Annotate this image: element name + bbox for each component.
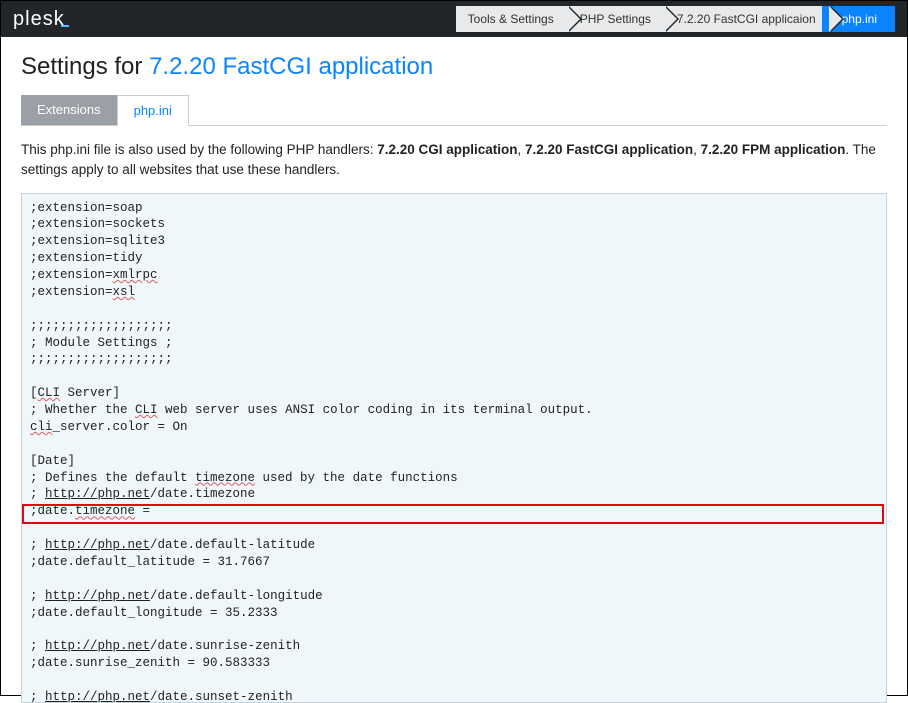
breadcrumb: Tools & Settings PHP Settings 7.2.20 Fas… <box>456 6 895 32</box>
editor-line: ; Module Settings ; <box>30 335 878 352</box>
editor-link[interactable]: http://php.net <box>45 639 150 653</box>
editor-line: ; http://php.net/date.default-longitude <box>30 588 878 605</box>
editor-line: ; Defines the default timezone used by t… <box>30 470 878 487</box>
editor-line <box>30 571 878 588</box>
editor-line: ;date.default_longitude = 35.2333 <box>30 605 878 622</box>
editor-line: [CLI Server] <box>30 385 878 402</box>
editor-line <box>30 672 878 689</box>
editor-line: ;date.default_latitude = 31.7667 <box>30 554 878 571</box>
editor-line <box>30 621 878 638</box>
editor-link[interactable]: http://php.net <box>45 538 150 552</box>
editor-line <box>30 368 878 385</box>
editor-line: ;;;;;;;;;;;;;;;;;;; <box>30 318 878 335</box>
breadcrumb-item[interactable]: 7.2.20 FastCGI applicaion <box>657 6 830 32</box>
editor-line: ;;;;;;;;;;;;;;;;;;; <box>30 351 878 368</box>
title-highlight: 7.2.20 FastCGI application <box>149 53 433 80</box>
editor-line: ; http://php.net/date.default-latitude <box>30 537 878 554</box>
editor-link[interactable]: http://php.net <box>45 589 150 603</box>
editor-line: ;date.timezone = <box>30 503 878 520</box>
tab-extensions[interactable]: Extensions <box>21 95 117 125</box>
title-prefix: Settings for <box>21 53 149 80</box>
tab-phpini[interactable]: php.ini <box>117 95 189 126</box>
editor-link[interactable]: http://php.net <box>45 690 150 703</box>
breadcrumb-item[interactable]: Tools & Settings <box>456 6 568 32</box>
editor-line <box>30 301 878 318</box>
editor-line: ;extension=xmlrpc <box>30 267 878 284</box>
editor-line: ;extension=soap <box>30 200 878 217</box>
phpini-editor[interactable]: ;extension=soap;extension=sockets;extens… <box>21 193 887 703</box>
editor-container: ;extension=soap;extension=sockets;extens… <box>21 193 887 703</box>
editor-line: ;extension=sockets <box>30 216 878 233</box>
editor-line: ; http://php.net/date.timezone <box>30 486 878 503</box>
editor-line: [Date] <box>30 453 878 470</box>
editor-line <box>30 436 878 453</box>
logo: plesk <box>13 8 69 31</box>
page-title: Settings for 7.2.20 FastCGI application <box>21 53 887 81</box>
editor-line: ; http://php.net/date.sunrise-zenith <box>30 638 878 655</box>
editor-line: ;extension=xsl <box>30 284 878 301</box>
main-content: Settings for 7.2.20 FastCGI application … <box>1 37 907 703</box>
app-header: plesk Tools & Settings PHP Settings 7.2.… <box>1 1 907 37</box>
tab-bar: Extensions php.ini <box>21 95 887 126</box>
editor-link[interactable]: http://php.net <box>45 487 150 501</box>
editor-line: ; Whether the CLI web server uses ANSI c… <box>30 402 878 419</box>
editor-line: ;extension=tidy <box>30 250 878 267</box>
editor-line: cli_server.color = On <box>30 419 878 436</box>
editor-line: ;extension=sqlite3 <box>30 233 878 250</box>
editor-line: ;date.sunrise_zenith = 90.583333 <box>30 655 878 672</box>
description-text: This php.ini file is also used by the fo… <box>21 140 887 181</box>
editor-line <box>30 520 878 537</box>
